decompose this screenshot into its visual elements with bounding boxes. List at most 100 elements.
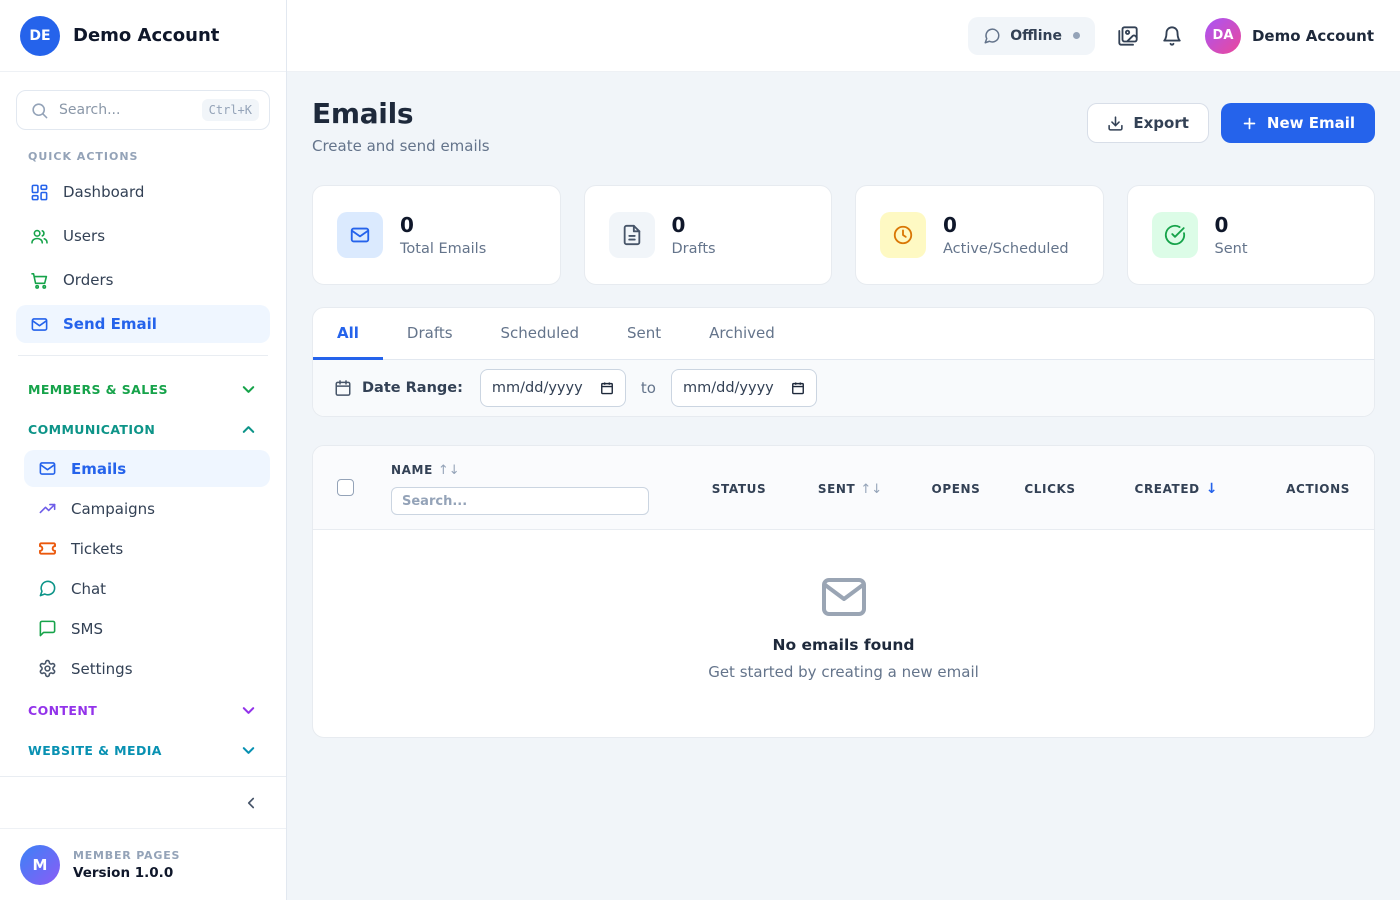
search-shortcut-badge: Ctrl+K: [202, 99, 259, 121]
divider: [18, 355, 268, 356]
stat-card-total-emails: 0 Total Emails: [312, 185, 561, 285]
sort-desc-icon[interactable]: ↓: [1206, 481, 1218, 497]
stat-value: 0: [672, 213, 716, 237]
column-status: STATUS: [712, 482, 766, 496]
footer-version: Version 1.0.0: [73, 865, 180, 881]
export-button[interactable]: Export: [1087, 103, 1209, 143]
sidebar-item-label: Users: [63, 227, 105, 245]
chevron-up-icon: [239, 420, 258, 439]
sidebar-item-label: Chat: [71, 580, 106, 598]
trending-up-icon: [38, 499, 57, 518]
section-content[interactable]: CONTENT: [16, 691, 270, 729]
column-actions: ACTIONS: [1286, 482, 1350, 496]
sidebar-item-label: Dashboard: [63, 183, 144, 201]
emails-table: NAME↑↓ STATUS SENT↑↓ OPENS CLICKS CREATE…: [312, 445, 1375, 738]
sidebar-item-orders[interactable]: Orders: [16, 261, 270, 299]
sidebar-item-emails[interactable]: Emails: [24, 450, 270, 487]
message-square-icon: [38, 619, 57, 638]
stat-card-sent: 0 Sent: [1127, 185, 1376, 285]
search-icon: [30, 101, 49, 120]
sidebar-item-settings[interactable]: Settings: [24, 650, 270, 687]
sort-icon[interactable]: ↑↓: [438, 463, 460, 478]
sidebar-item-label: Orders: [63, 271, 113, 289]
chevron-down-icon: [239, 701, 258, 720]
mail-icon: [30, 315, 49, 334]
gallery-button[interactable]: [1117, 25, 1139, 47]
date-from-input[interactable]: mm/dd/yyyy: [480, 369, 626, 407]
calendar-icon: [791, 381, 805, 395]
sidebar-item-sms[interactable]: SMS: [24, 610, 270, 647]
cart-icon: [30, 271, 49, 290]
plus-icon: [1241, 115, 1258, 132]
column-name: NAME: [391, 463, 433, 477]
sidebar-collapse-button[interactable]: [242, 794, 260, 812]
sidebar-item-chat[interactable]: Chat: [24, 570, 270, 607]
sidebar-item-campaigns[interactable]: Campaigns: [24, 490, 270, 527]
avatar: M: [20, 845, 60, 885]
column-created: CREATED: [1135, 482, 1200, 496]
section-label: MEMBERS & SALES: [28, 382, 168, 397]
chevron-down-icon: [239, 741, 258, 760]
brand-logo: DE: [20, 16, 60, 56]
status-label: Offline: [1010, 28, 1062, 44]
status-badge: Offline: [968, 17, 1095, 55]
column-clicks: CLICKS: [1024, 482, 1075, 496]
date-placeholder: mm/dd/yyyy: [492, 380, 583, 396]
section-label: CONTENT: [28, 703, 97, 718]
footer-org-label: MEMBER PAGES: [73, 849, 180, 862]
chevron-down-icon: [239, 380, 258, 399]
sidebar-item-send-email[interactable]: Send Email: [16, 305, 270, 343]
tab-scheduled[interactable]: Scheduled: [477, 308, 603, 360]
main-area: Offline DA Demo Account Emails Create an…: [287, 0, 1400, 900]
tab-drafts[interactable]: Drafts: [383, 308, 477, 360]
section-website-media[interactable]: WEBSITE & MEDIA: [16, 731, 270, 769]
section-members-sales[interactable]: MEMBERS & SALES: [16, 370, 270, 408]
tab-archived[interactable]: Archived: [685, 308, 799, 360]
clock-icon: [880, 212, 926, 258]
sidebar-item-users[interactable]: Users: [16, 217, 270, 255]
section-communication[interactable]: COMMUNICATION: [16, 410, 270, 448]
gallery-icon: [1117, 25, 1139, 47]
date-range-to-label: to: [641, 379, 656, 397]
sidebar-item-tickets[interactable]: Tickets: [24, 530, 270, 567]
sidebar-item-label: Settings: [71, 660, 133, 678]
status-dot: [1073, 32, 1080, 39]
tab-all[interactable]: All: [313, 308, 383, 360]
sidebar-brand: DE Demo Account: [0, 0, 286, 72]
sidebar-item-label: Tickets: [71, 540, 123, 558]
select-all-checkbox[interactable]: [337, 479, 354, 496]
filters-panel: All Drafts Scheduled Sent Archived Date …: [312, 307, 1375, 417]
calendar-icon: [334, 379, 352, 397]
chevron-left-icon: [242, 794, 260, 812]
notifications-button[interactable]: [1161, 25, 1183, 47]
quick-actions-label: QUICK ACTIONS: [28, 150, 258, 163]
calendar-icon: [600, 381, 614, 395]
section-label: WEBSITE & MEDIA: [28, 743, 162, 758]
download-icon: [1107, 115, 1124, 132]
page-subtitle: Create and send emails: [312, 137, 490, 155]
search-input[interactable]: [59, 102, 192, 118]
stat-value: 0: [400, 213, 486, 237]
tabs: All Drafts Scheduled Sent Archived: [313, 308, 1374, 360]
tab-sent[interactable]: Sent: [603, 308, 685, 360]
date-range-filter: Date Range: mm/dd/yyyy to mm/dd/yyyy: [313, 360, 1374, 416]
stat-label: Sent: [1215, 241, 1248, 257]
sidebar-item-label: Send Email: [63, 315, 157, 333]
sidebar-collapse-row: [0, 776, 286, 828]
empty-state-subtitle: Get started by creating a new email: [708, 663, 979, 681]
date-to-input[interactable]: mm/dd/yyyy: [671, 369, 817, 407]
section-label: COMMUNICATION: [28, 422, 155, 437]
name-search-input[interactable]: [391, 487, 649, 515]
sidebar-item-dashboard[interactable]: Dashboard: [16, 173, 270, 211]
account-menu[interactable]: DA Demo Account: [1205, 18, 1374, 54]
column-sent: SENT: [818, 482, 855, 496]
page-content: Emails Create and send emails Export New…: [287, 72, 1400, 900]
sort-icon[interactable]: ↑↓: [860, 482, 882, 497]
stat-label: Drafts: [672, 241, 716, 257]
empty-state-title: No emails found: [773, 636, 915, 654]
sidebar-search[interactable]: Ctrl+K: [16, 90, 270, 130]
check-circle-icon: [1152, 212, 1198, 258]
new-email-button[interactable]: New Email: [1221, 103, 1375, 143]
dashboard-icon: [30, 183, 49, 202]
sidebar-item-label: Campaigns: [71, 500, 155, 518]
